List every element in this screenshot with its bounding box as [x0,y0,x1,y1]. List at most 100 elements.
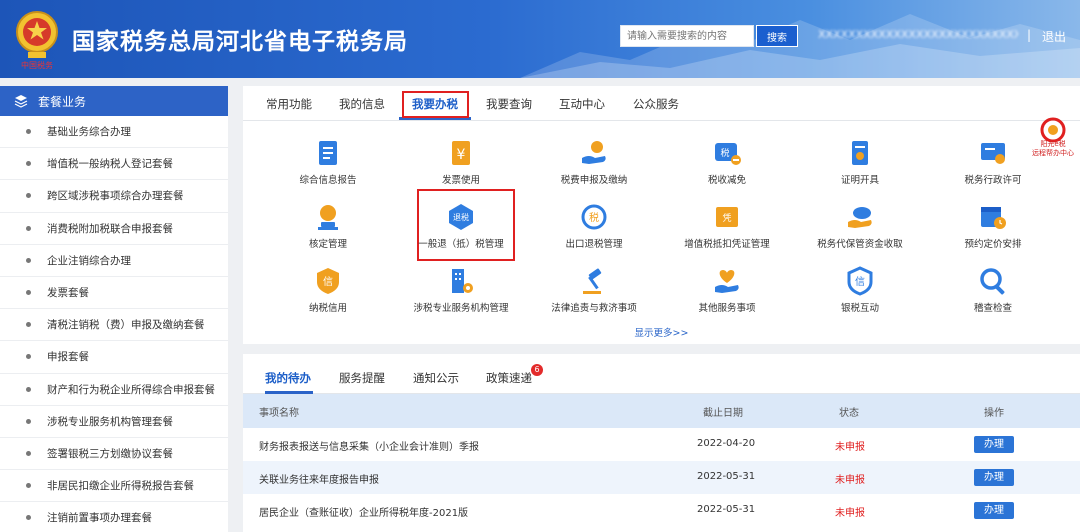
sidebar-list: 基础业务综合办理 增值税一般纳税人登记套餐 跨区域涉税事项综合办理套餐 消费税附… [0,116,228,532]
sidebar-item[interactable]: 基础业务综合办理 [0,116,228,149]
service-label: 核定管理 [308,239,347,250]
todo-panel: 我的待办 服务提醒 通知公示 政策速递 6 事项名称 截止日期 状态 操作 财务… [243,354,1080,532]
bullet-icon [26,129,31,135]
service-other[interactable]: 其他服务事项 [662,266,792,314]
sidebar-item-label: 注销前置事项办理套餐 [47,512,152,525]
bullet-icon [26,322,31,328]
service-inspection[interactable]: 稽查检查 [928,266,1058,314]
service-pricing-agreement[interactable]: 预约定价安排 [928,202,1058,250]
invoice-yen-icon: ¥ [452,141,470,165]
tax-reduce-icon: 税 [715,143,741,165]
service-label: 税务代保管资金收取 [817,239,903,250]
credit-icon-text: 信 [323,276,333,288]
search-button[interactable]: 搜索 [756,25,798,47]
row-name: 居民企业（查账征收）企业所得税年度-2021版 [259,508,469,519]
row-deadline: 2022-05-31 [697,504,756,515]
service-general-refund[interactable]: 退税 一般退（抵）税管理 [396,202,526,250]
sidebar-item[interactable]: 注销前置事项办理套餐 [0,502,228,532]
sidebar-item[interactable]: 非居民扣缴企业所得税报告套餐 [0,470,228,503]
license-icon [981,143,1005,164]
building-gear-icon [452,269,473,293]
service-custody-funds[interactable]: 税务代保管资金收取 [795,202,925,250]
service-bank-tax[interactable]: 信 银税互动 [795,266,925,314]
tab-query[interactable]: 我要查询 [486,96,532,112]
sidebar-item[interactable]: 跨区域涉税事项综合办理套餐 [0,180,228,213]
cloud-hand-icon [848,207,872,228]
service-invoice-use[interactable]: ¥ 发票使用 [396,138,526,186]
sidebar-title: 套餐业务 [38,94,87,109]
tab-service-reminder[interactable]: 服务提醒 [339,370,385,386]
sidebar-item[interactable]: 发票套餐 [0,277,228,310]
handle-button[interactable]: 办理 [974,469,1014,486]
bullet-icon [26,515,31,521]
bullet-icon [26,354,31,360]
side-logo-text[interactable]: 阳光e税 远程帮办中心 [1028,140,1078,158]
bullet-icon [26,161,31,167]
logout-link[interactable]: 退出 [1042,28,1066,45]
sidebar-item[interactable]: 申报套餐 [0,341,228,374]
sidebar-item-label: 财产和行为税企业所得综合申报套餐 [47,383,215,396]
side-logo-title: 阳光e税 [1040,140,1066,148]
sidebar-item[interactable]: 签署银税三方划缴协议套餐 [0,438,228,471]
tab-policy[interactable]: 政策速递 [486,370,532,386]
service-agency-management[interactable]: 涉税专业服务机构管理 [396,266,526,314]
sidebar-item[interactable]: 清税注销税（费）申报及缴纳套餐 [0,309,228,342]
service-label: 银税互动 [840,303,879,314]
service-legal-remedy[interactable]: 法律追责与救济事项 [529,266,659,314]
voucher-icon: 凭 [716,207,738,227]
tab-my-todo[interactable]: 我的待办 [265,370,311,386]
service-vat-voucher[interactable]: 凭 增值税抵扣凭证管理 [662,202,792,250]
sidebar-header[interactable]: 套餐业务 [0,86,228,116]
service-label: 一般退（抵）税管理 [418,239,504,250]
sidebar-item-label: 签署银税三方划缴协议套餐 [47,447,173,460]
sidebar-item[interactable]: 消费税附加税联合申报套餐 [0,213,228,245]
calendar-clock-icon [981,207,1006,229]
search-input[interactable] [620,25,754,47]
column-name: 事项名称 [259,408,299,419]
document-icon [319,141,337,165]
tab-notice[interactable]: 通知公示 [413,370,459,386]
package-sidebar: 套餐业务 基础业务综合办理 增值税一般纳税人登记套餐 跨区域涉税事项综合办理套餐… [0,86,228,532]
sidebar-item[interactable]: 企业注销综合办理 [0,245,228,277]
sidebar-item[interactable]: 增值税一般纳税人登记套餐 [0,148,228,181]
bullet-icon [26,450,31,456]
refund-icon: 退税 [449,204,473,230]
service-tax-reduction[interactable]: 税 税收减免 [662,138,792,186]
service-label: 纳税信用 [308,303,347,314]
sidebar-item-label: 涉税专业服务机构管理套餐 [47,415,173,428]
todo-tabs: 我的待办 服务提醒 通知公示 政策速递 6 [243,354,1080,394]
row-status: 未申报 [835,508,865,519]
bullet-icon [26,290,31,296]
svg-text:税: 税 [720,147,729,159]
service-export-refund[interactable]: 税 出口退税管理 [529,202,659,250]
sidebar-item[interactable]: 财产和行为税企业所得综合申报套餐 [0,374,228,406]
sidebar-item-label: 非居民扣缴企业所得税报告套餐 [47,480,194,493]
show-more-link[interactable]: 显示更多>> [243,325,1080,339]
row-name: 财务报表报送与信息采集（小企业会计准则）季报 [259,442,479,453]
handle-button[interactable]: 办理 [974,502,1014,519]
tab-interaction[interactable]: 互动中心 [559,96,605,112]
policy-badge: 6 [531,364,543,376]
export-refund-icon: 税 [581,204,607,230]
service-tax-credit[interactable]: 信 纳税信用 [263,266,393,314]
service-comprehensive-report[interactable]: 综合信息报告 [263,138,393,186]
stamp-icon [318,205,338,230]
sidebar-item-label: 企业注销综合办理 [47,254,131,267]
credit-icon: 信 [317,268,339,294]
service-assessment[interactable]: 核定管理 [263,202,393,250]
hand-coin-icon [582,141,606,164]
sidebar-item-label: 清税注销税（费）申报及缴纳套餐 [47,319,205,332]
bank-credit-icon: 信 [847,266,873,296]
column-deadline: 截止日期 [703,408,743,419]
sidebar-item[interactable]: 涉税专业服务机构管理套餐 [0,406,228,438]
service-certificate[interactable]: 证明开具 [795,138,925,186]
table-header: 事项名称 截止日期 状态 操作 [243,394,1080,428]
tab-public-service[interactable]: 公众服务 [633,96,679,112]
service-label: 证明开具 [840,175,879,186]
layers-icon [14,95,28,108]
service-declaration-payment[interactable]: 税费申报及缴纳 [529,138,659,186]
tab-my-info[interactable]: 我的信息 [339,96,385,112]
service-label: 其他服务事项 [698,303,756,314]
tab-common[interactable]: 常用功能 [266,96,312,112]
handle-button[interactable]: 办理 [974,436,1014,453]
